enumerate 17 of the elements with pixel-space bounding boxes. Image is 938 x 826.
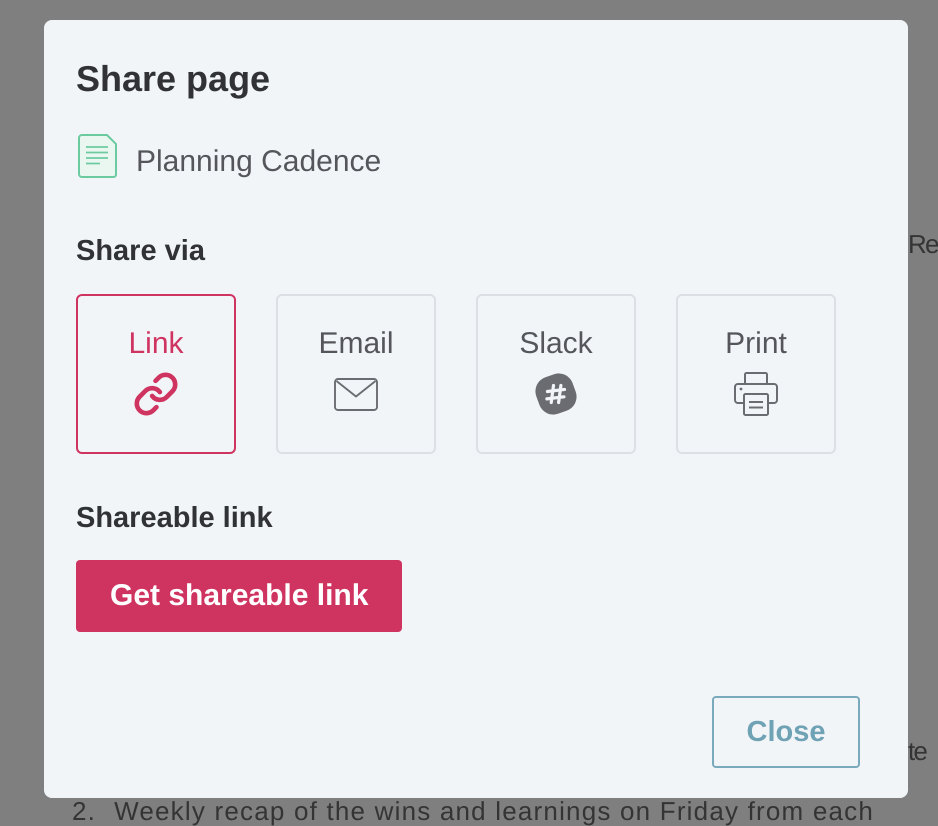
envelope-icon (334, 378, 378, 410)
share-option[interactable]: Email (276, 294, 436, 454)
chain-link-icon (134, 372, 178, 416)
get-link-button[interactable]: Get shareable link (76, 560, 402, 632)
dialog-title: Share page (76, 57, 270, 101)
printer-icon (733, 372, 779, 416)
section-heading: Share via (76, 234, 205, 269)
page-text: te (908, 735, 926, 768)
share-option[interactable]: Slack (476, 294, 636, 454)
share-option[interactable]: Print (676, 294, 836, 454)
page-text: Re (908, 228, 938, 261)
document-icon (78, 134, 117, 178)
share-option[interactable]: Link (76, 294, 236, 454)
page-name: Planning Cadence (136, 144, 382, 180)
list-item-text: Weekly recap of the wins and learnings on Friday from each (114, 797, 874, 826)
section-heading: Shareable link (76, 501, 273, 536)
list-number: 2. (72, 797, 96, 826)
